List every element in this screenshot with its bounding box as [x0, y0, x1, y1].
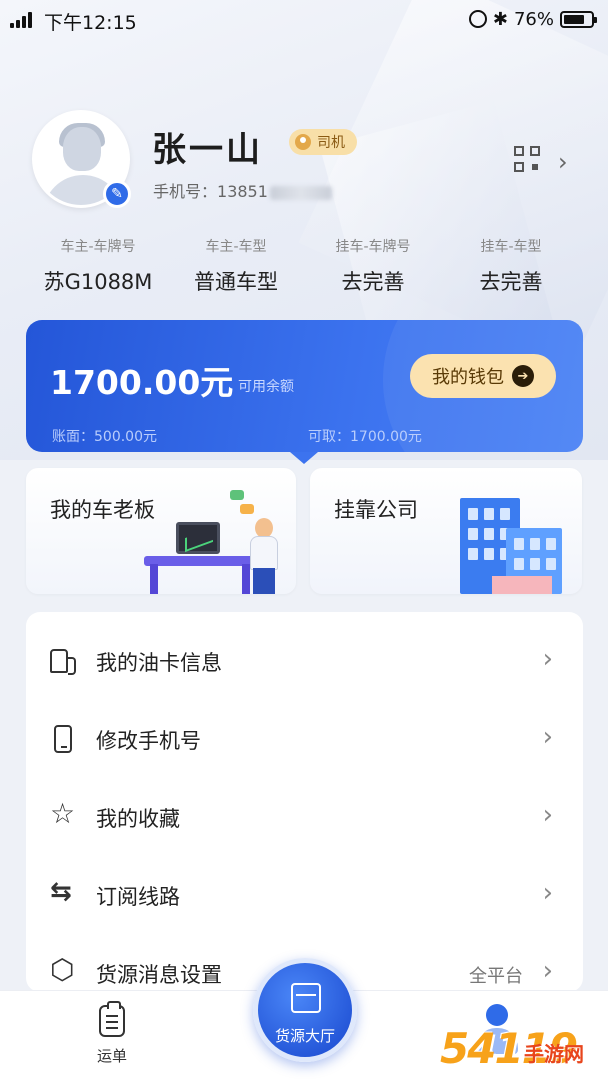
wallet-card: 1700.00元 可用余额 我的钱包 ➔ 账面：500.00元 可取：1700.… [26, 320, 583, 452]
vehicle-info-trailer-plate[interactable]: 挂车-车牌号 去完善 [303, 236, 443, 296]
chevron-right-icon: › [542, 644, 553, 674]
monitor-illustration [176, 522, 220, 554]
mobile-phone-icon [54, 725, 72, 753]
battery-icon [560, 10, 597, 28]
card-title: 挂靠公司 [334, 498, 418, 522]
balance-amount: 1700.00元 [50, 363, 234, 402]
phone-mask [269, 185, 332, 200]
orientation-lock-icon [468, 10, 487, 28]
desk-illustration [144, 556, 256, 566]
menu-list: 我的油卡信息 › 修改手机号 › ☆ 我的收藏 › ⇆ 订阅线路 › ⬡ 货源消… [26, 612, 583, 992]
menu-item-favorites[interactable]: ☆ 我的收藏 › [26, 778, 583, 856]
card-title: 我的车老板 [50, 498, 155, 522]
status-time: 下午12:15 [44, 12, 137, 34]
tab-orders[interactable]: 运单 [72, 1001, 152, 1066]
businessman-illustration [248, 518, 278, 594]
battery-percent: 76% [513, 8, 554, 30]
setting-value: 全平台 [469, 966, 523, 987]
phone-number: 手机号：13851 [153, 178, 332, 202]
menu-item-subscribe-routes[interactable]: ⇆ 订阅线路 › [26, 856, 583, 934]
chevron-right-icon: › [542, 878, 553, 908]
edit-avatar-icon[interactable]: ✎ [103, 180, 131, 208]
chevron-right-icon: › [542, 956, 553, 986]
driver-icon [295, 134, 311, 150]
menu-item-fuel-card[interactable]: 我的油卡信息 › [26, 622, 583, 700]
user-icon [486, 1004, 508, 1026]
menu-item-change-phone[interactable]: 修改手机号 › [26, 700, 583, 778]
balance-label: 可用余额 [238, 379, 294, 395]
vehicle-info-owner-plate[interactable]: 车主-车牌号 苏G1088M [28, 236, 168, 296]
user-name: 张一山 [152, 130, 263, 170]
cargo-hall-button[interactable]: 货源大厅 [253, 958, 357, 1062]
chevron-right-icon[interactable]: › [558, 148, 568, 176]
wallet-pointer [290, 452, 318, 464]
chevron-right-icon: › [542, 800, 553, 830]
fuel-card-icon [50, 649, 76, 675]
settings-hex-icon: ⬡ [50, 953, 75, 986]
bluetooth-icon: ✱ [492, 8, 508, 30]
route-icon: ⇆ [50, 877, 72, 907]
affiliated-company-card[interactable]: 挂靠公司 [310, 468, 582, 594]
my-wallet-button[interactable]: 我的钱包 ➔ [410, 354, 556, 398]
star-icon: ☆ [50, 797, 76, 830]
withdrawable-balance: 可取：1700.00元 [308, 429, 422, 445]
chevron-right-icon: › [542, 722, 553, 752]
package-icon [291, 983, 321, 1013]
vehicle-info-trailer-type[interactable]: 挂车-车型 去完善 [441, 236, 581, 296]
my-boss-card[interactable]: 我的车老板 [26, 468, 296, 594]
signal-icon [10, 12, 36, 28]
clipboard-icon [99, 1001, 125, 1037]
role-label: 司机 [317, 135, 345, 151]
arrow-right-icon: ➔ [512, 365, 534, 387]
qr-code-icon[interactable] [514, 146, 540, 172]
vehicle-info-owner-type[interactable]: 车主-车型 普通车型 [166, 236, 306, 296]
watermark-logo: 54119 手游网 [440, 1024, 584, 1073]
status-bar: 下午12:15 ✱ 76% [0, 0, 608, 40]
role-badge: 司机 [289, 129, 357, 155]
account-balance: 账面：500.00元 [52, 429, 157, 445]
